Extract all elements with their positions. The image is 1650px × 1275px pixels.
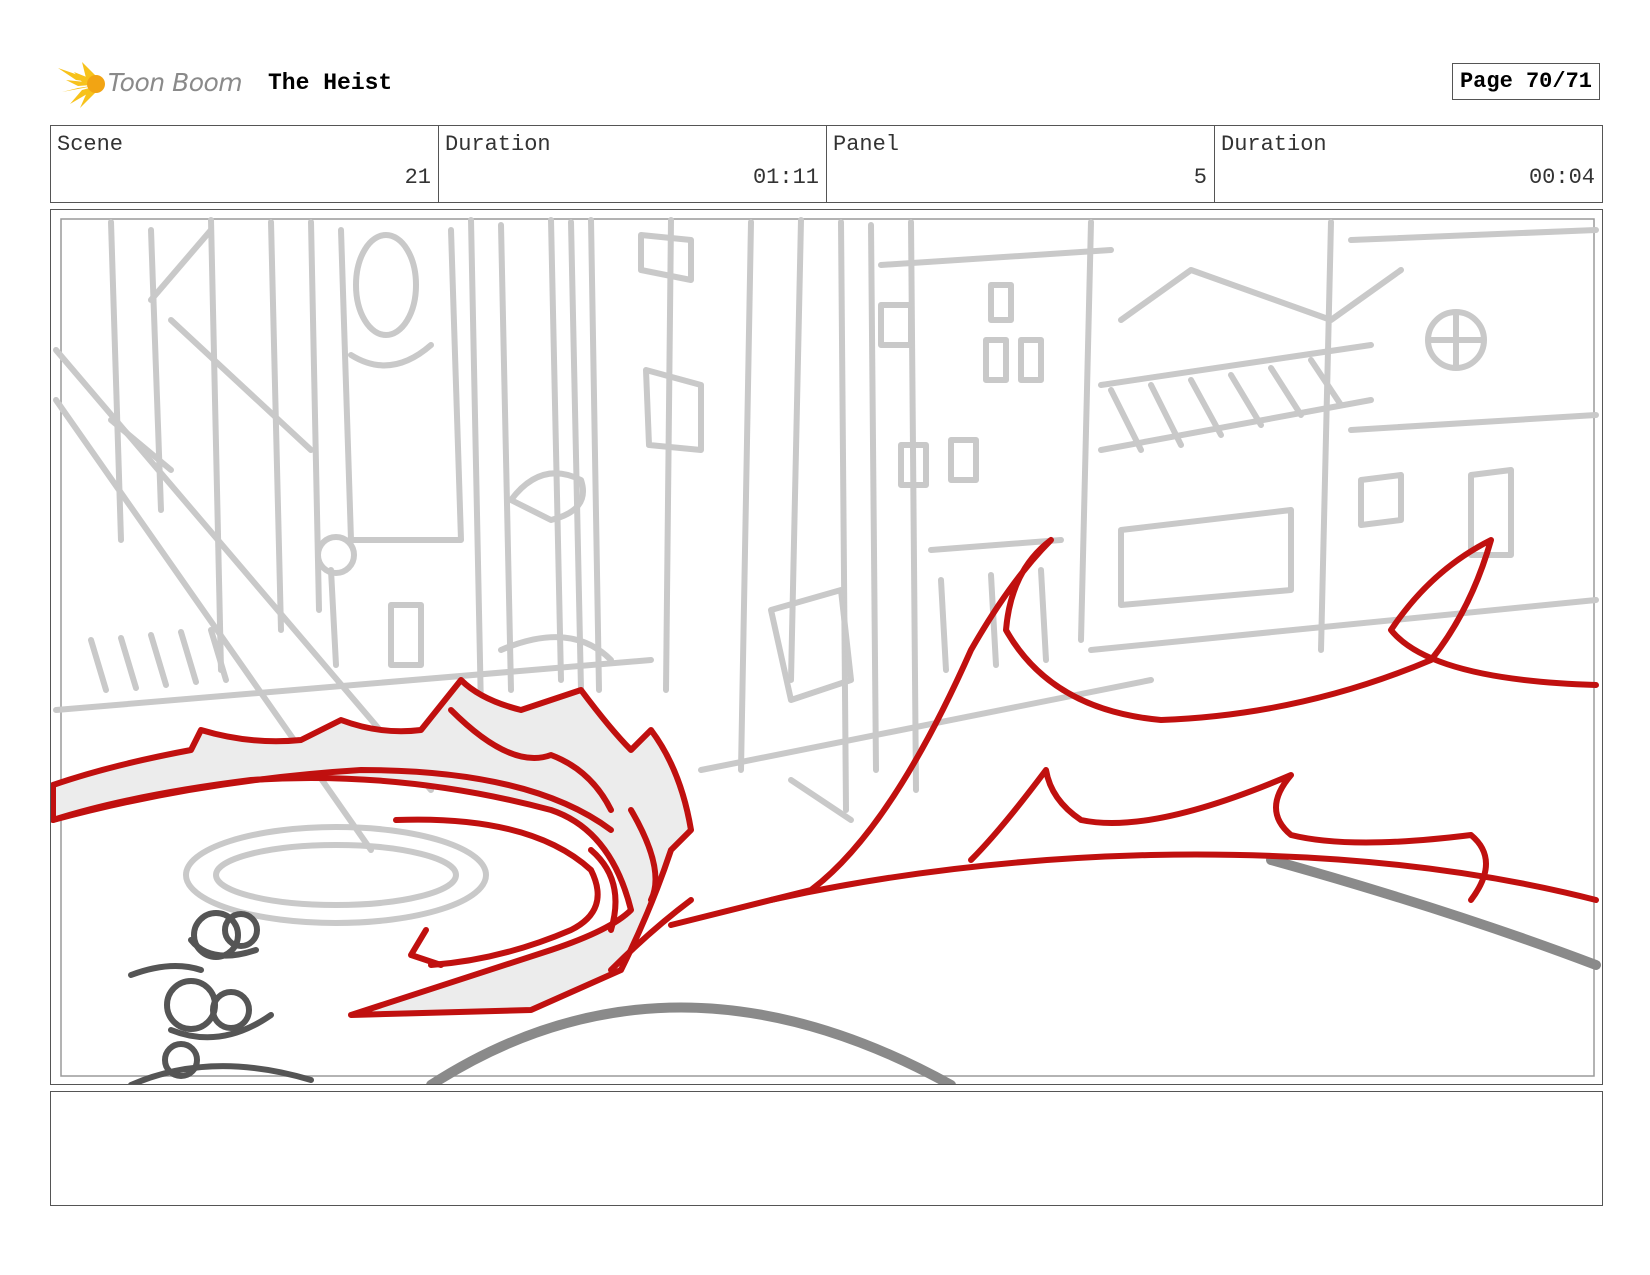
- panel-duration-value: 00:04: [1528, 165, 1595, 190]
- scene-cell: Scene 21: [51, 126, 439, 202]
- toon-boom-logo: Toon Boom: [52, 58, 252, 110]
- city-background-sketch: [53, 217, 1599, 926]
- project-title: The Heist: [268, 70, 393, 96]
- panel-cell: Panel 5: [827, 126, 1215, 202]
- scene-duration-cell: Duration 01:11: [439, 126, 827, 202]
- panel-label: Panel: [833, 132, 900, 157]
- motion-swirl-lines: [51, 537, 1599, 1018]
- character-sketch: [128, 910, 314, 1084]
- panel-info-row: Scene 21 Duration 01:11 Panel 5 Duration…: [50, 125, 1603, 203]
- scene-duration-label: Duration: [445, 132, 551, 157]
- panel-sketch: [51, 217, 1601, 1084]
- panel-duration-cell: Duration 00:04: [1215, 126, 1602, 202]
- panel-notes-box: [50, 1091, 1603, 1206]
- panel-value: 5: [1193, 165, 1207, 190]
- scene-duration-value: 01:11: [752, 165, 819, 190]
- logo-text: Toon Boom: [108, 68, 243, 97]
- panel-duration-label: Duration: [1221, 132, 1327, 157]
- scene-value: 21: [404, 165, 431, 190]
- starburst-icon: [58, 62, 105, 108]
- scene-label: Scene: [57, 132, 124, 157]
- page-header: Toon Boom The Heist Page 70/71: [52, 58, 1600, 110]
- storyboard-panel: [50, 209, 1603, 1085]
- page-indicator: Page 70/71: [1451, 63, 1600, 100]
